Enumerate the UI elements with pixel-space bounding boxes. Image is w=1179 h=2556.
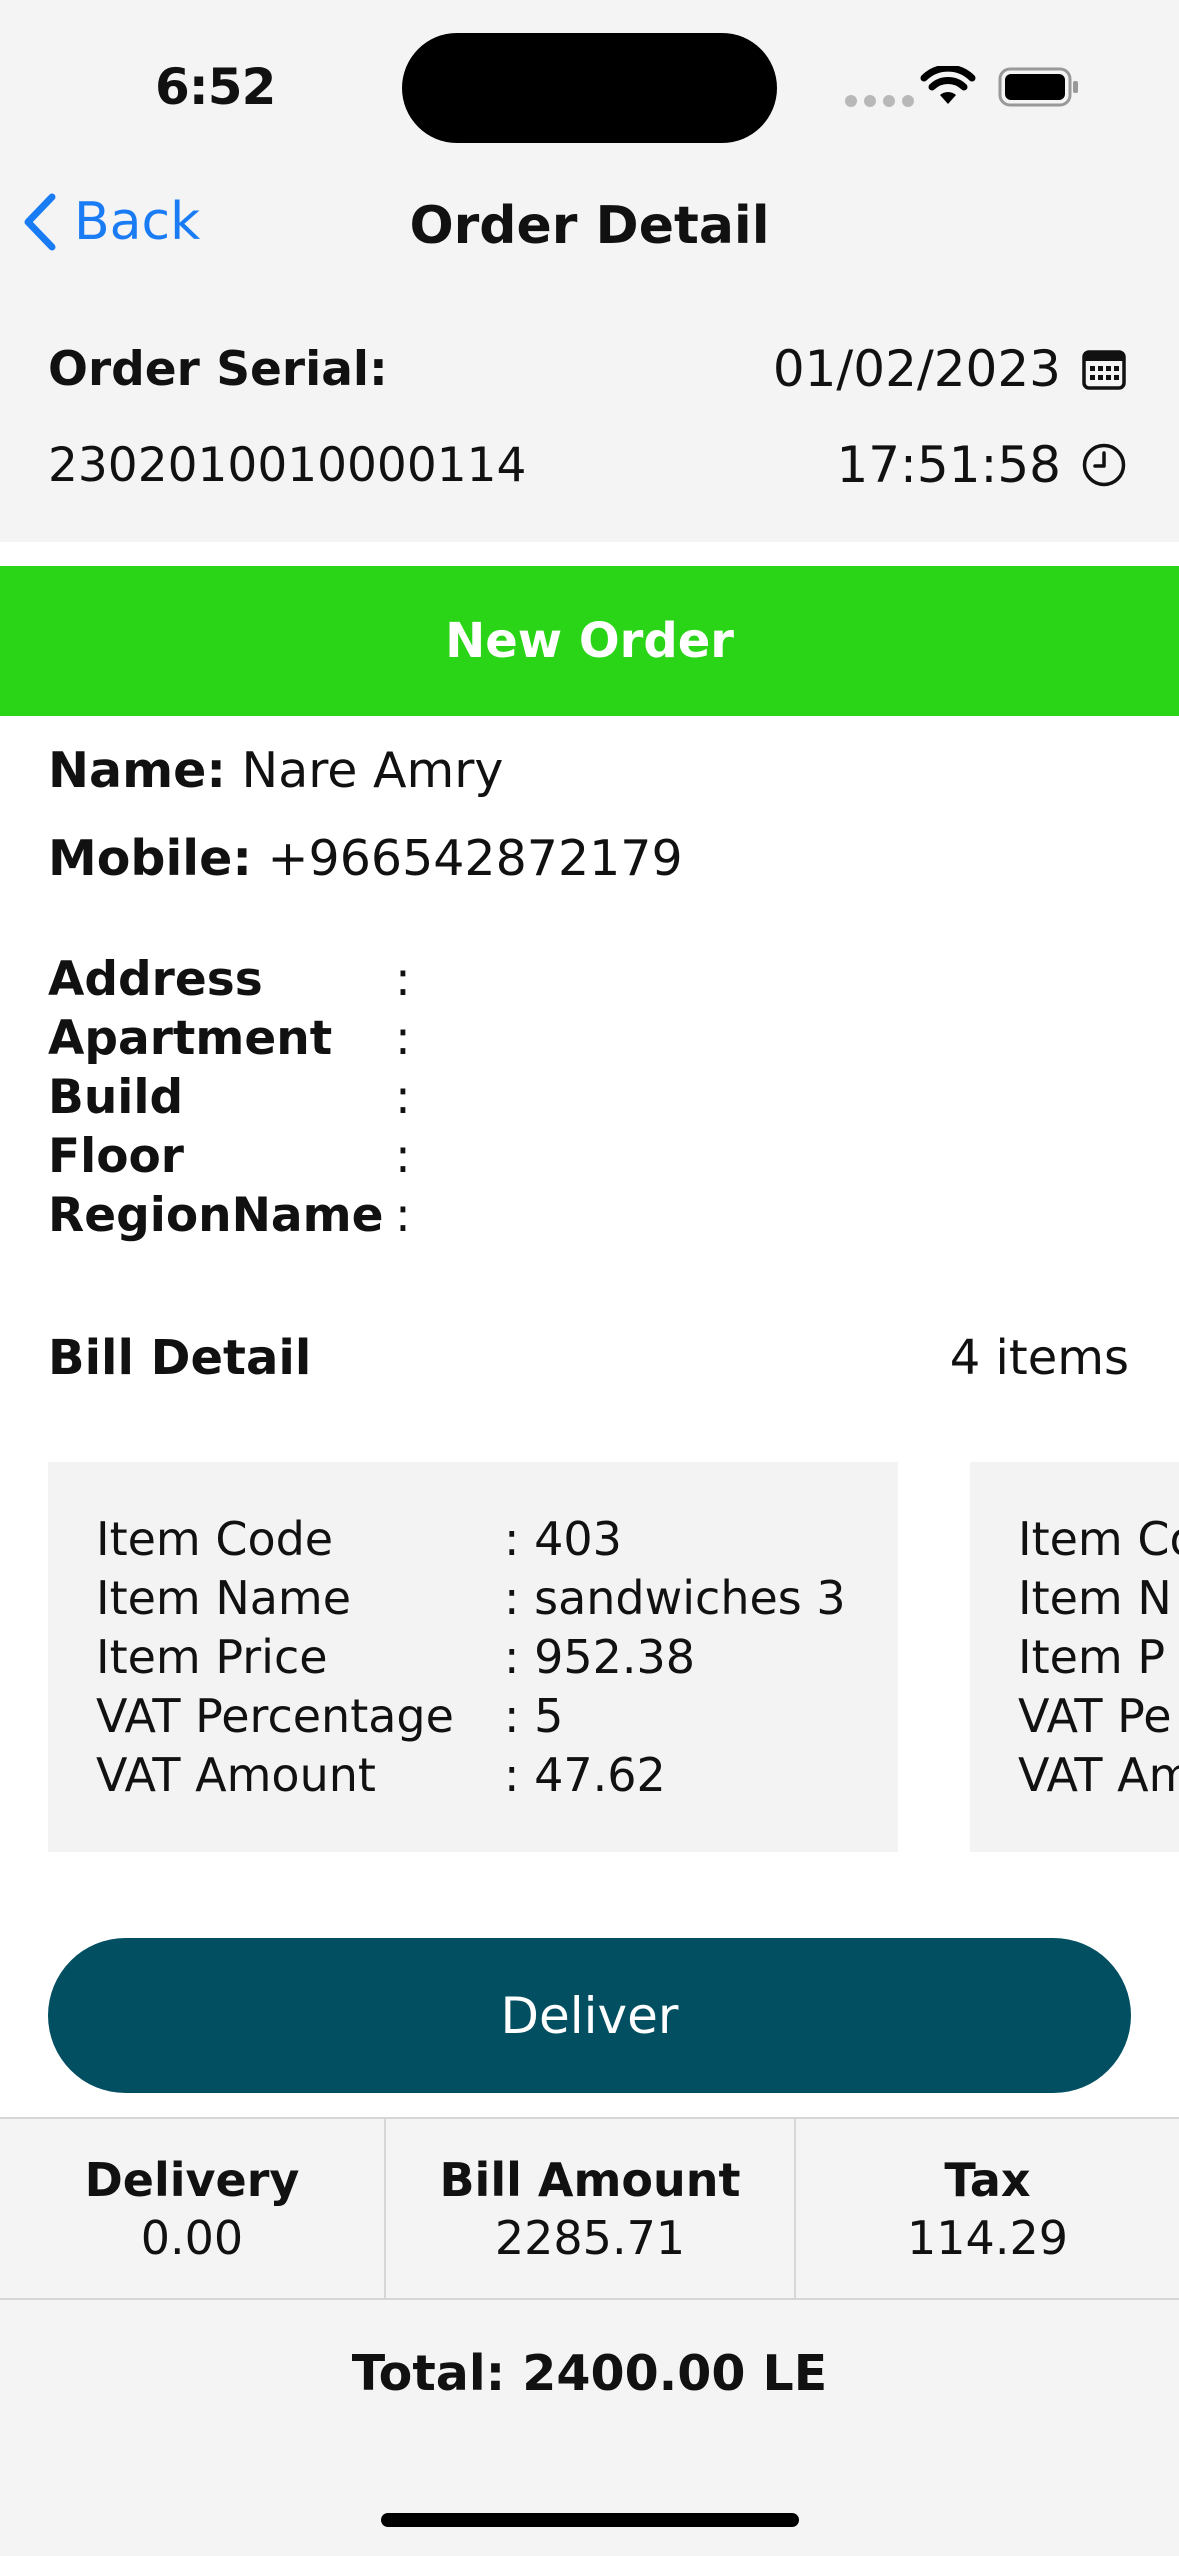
bill-summary: Delivery 0.00 Bill Amount 2285.71 Tax 11…	[0, 2117, 1179, 2300]
customer-mobile-label: Mobile:	[48, 830, 252, 887]
item-name-label: Item N	[1018, 1571, 1172, 1625]
order-total: Total: 2400.00 LE	[351, 2345, 828, 2402]
tax-label: Tax	[944, 2152, 1031, 2207]
item-name-value: : sandwiches 3	[504, 1571, 846, 1625]
delivery-label: Delivery	[84, 2152, 300, 2207]
order-status-banner: New Order	[0, 566, 1179, 716]
item-price-label: Item P	[1018, 1630, 1166, 1684]
order-date: 01/02/2023	[773, 340, 1127, 398]
floor-label: Floor	[48, 1129, 184, 1184]
build-label: Build	[48, 1070, 184, 1125]
dynamic-island	[402, 33, 777, 143]
item-code-label: Item Code	[96, 1512, 334, 1566]
item-price-label: Item Price	[96, 1630, 328, 1684]
cellular-signal-icon	[845, 95, 914, 107]
apartment-label: Apartment	[48, 1011, 333, 1066]
home-indicator[interactable]	[381, 2513, 799, 2527]
apartment-colon: :	[395, 1011, 411, 1066]
vat-amount-label: VAT Am	[1018, 1748, 1179, 1802]
build-colon: :	[395, 1070, 411, 1125]
vat-amount-value: : 47.62	[504, 1748, 666, 1802]
bill-amount-value: 2285.71	[494, 2210, 686, 2265]
region-name-label: RegionName	[48, 1188, 384, 1243]
item-price-value: : 952.38	[504, 1630, 696, 1684]
order-date-value: 01/02/2023	[772, 340, 1061, 398]
bill-amount-label: Bill Amount	[439, 2152, 741, 2207]
item-code-label: Item Co	[1018, 1512, 1179, 1566]
delivery-value: 0.00	[140, 2210, 244, 2265]
status-time: 6:52	[155, 58, 276, 116]
bill-amount-summary: Bill Amount 2285.71	[384, 2119, 794, 2298]
customer-mobile: Mobile: +966542872179	[48, 830, 683, 887]
bill-item-card[interactable]: Item Co Item N Item P VAT Pe VAT Am	[970, 1462, 1179, 1852]
tax-summary: Tax 114.29	[794, 2119, 1179, 2298]
delivery-summary: Delivery 0.00	[0, 2119, 384, 2298]
customer-name-value: Nare Amry	[241, 742, 504, 799]
item-code-value: : 403	[504, 1512, 622, 1566]
battery-icon	[998, 67, 1078, 107]
page-title: Order Detail	[409, 196, 770, 256]
address-label: Address	[48, 952, 263, 1007]
vat-percentage-value: : 5	[504, 1689, 564, 1743]
customer-name-label: Name:	[48, 742, 226, 799]
item-name-label: Item Name	[96, 1571, 352, 1625]
region-name-colon: :	[395, 1188, 411, 1243]
floor-colon: :	[395, 1129, 411, 1184]
tax-value: 114.29	[907, 2210, 1068, 2265]
order-serial-value: 2302010010000114	[48, 438, 527, 493]
deliver-button[interactable]: Deliver	[48, 1938, 1131, 2093]
vat-percentage-label: VAT Pe	[1018, 1689, 1172, 1743]
bill-detail-title: Bill Detail	[48, 1330, 312, 1386]
clock-icon	[1082, 443, 1126, 487]
order-time-value: 17:51:58	[836, 436, 1061, 494]
bill-item-count: 4 items	[949, 1330, 1129, 1386]
vat-amount-label: VAT Amount	[96, 1748, 376, 1802]
bill-item-card[interactable]: Item Code : 403 Item Name : sandwiches 3 I…	[48, 1462, 898, 1852]
vat-percentage-label: VAT Percentage	[96, 1689, 454, 1743]
order-time: 17:51:58	[836, 436, 1127, 494]
customer-mobile-value: +966542872179	[267, 830, 683, 887]
wifi-icon	[920, 66, 976, 104]
calendar-icon	[1082, 350, 1126, 390]
address-colon: :	[395, 952, 411, 1007]
customer-name: Name: Nare Amry	[48, 742, 503, 799]
order-serial-label: Order Serial:	[48, 342, 388, 397]
